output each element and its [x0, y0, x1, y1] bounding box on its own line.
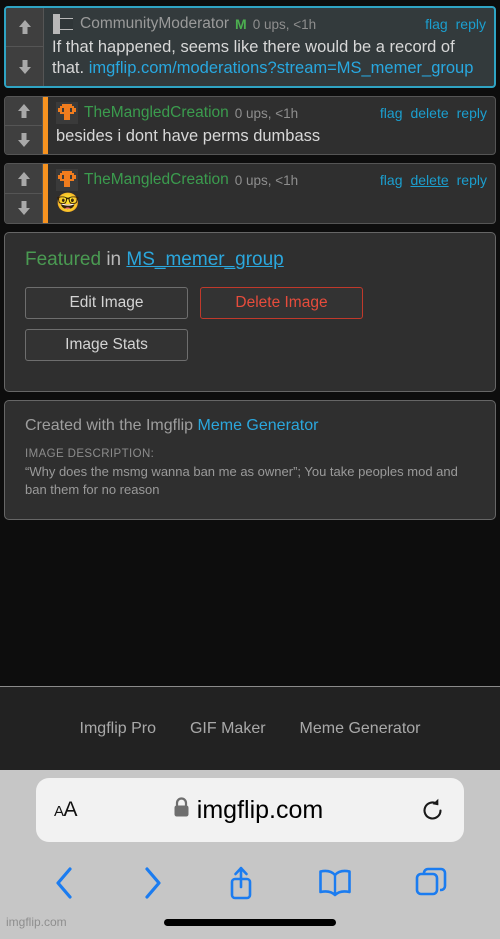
footer-link-gif-maker[interactable]: GIF Maker	[190, 720, 266, 738]
comment-meta: 0 ups, <1h	[234, 172, 299, 188]
comment-item[interactable]: CommunityModerator M 0 ups, <1h flag rep…	[4, 6, 496, 89]
safari-toolbar	[0, 854, 500, 912]
featured-in-word: in	[106, 249, 122, 271]
featured-panel: Featured in MS_memer_group Edit Image De…	[4, 232, 496, 393]
lock-icon	[173, 797, 190, 823]
url-text: imgflip.com	[196, 795, 324, 824]
comment-header: TheMangledCreation 0 ups, <1h flag delet…	[56, 169, 487, 192]
safari-browser-chrome: AA imgflip.com imgflip.com	[0, 770, 500, 939]
pixel-orange-avatar[interactable]	[56, 169, 78, 192]
text-size-large-a: A	[63, 798, 78, 821]
footer-link-meme-generator[interactable]: Meme Generator	[300, 720, 421, 738]
upvote-button[interactable]	[5, 97, 42, 126]
comment-body: CommunityModerator M 0 ups, <1h flag rep…	[44, 8, 494, 86]
down-arrow-icon	[18, 59, 31, 74]
reply-link[interactable]: reply	[457, 172, 487, 188]
comment-username[interactable]: TheMangledCreation	[84, 104, 229, 122]
upvote-button[interactable]	[5, 164, 42, 194]
down-arrow-icon	[17, 201, 30, 216]
comment-actions: flag reply	[425, 16, 486, 32]
image-stats-button[interactable]: Image Stats	[25, 329, 188, 362]
reload-button[interactable]	[419, 797, 446, 824]
stream-link[interactable]: MS_memer_group	[126, 249, 283, 270]
comment-body: TheMangledCreation 0 ups, <1h flag delet…	[48, 97, 495, 154]
url-display[interactable]: imgflip.com	[77, 796, 419, 825]
downvote-button[interactable]	[6, 47, 43, 87]
bookmarks-icon[interactable]	[317, 868, 353, 898]
url-bar[interactable]: AA imgflip.com	[36, 778, 464, 842]
comment-header: CommunityModerator M 0 ups, <1h flag rep…	[52, 13, 486, 35]
featured-status-line: Featured in MS_memer_group	[25, 249, 475, 271]
comment-item[interactable]: TheMangledCreation 0 ups, <1h flag delet…	[4, 96, 496, 156]
comment-actions: flag delete reply	[380, 172, 487, 188]
reply-link[interactable]: reply	[457, 105, 487, 121]
down-arrow-icon	[17, 133, 30, 148]
text-size-small-a: A	[54, 803, 64, 820]
comment-header: TheMangledCreation 0 ups, <1h flag delet…	[56, 102, 487, 125]
home-indicator[interactable]	[164, 919, 336, 926]
created-prefix: Created with the Imgflip	[25, 417, 198, 435]
comment-username[interactable]: TheMangledCreation	[84, 171, 229, 189]
downvote-button[interactable]	[5, 125, 42, 155]
image-description-label: IMAGE DESCRIPTION:	[25, 448, 155, 461]
comment-username[interactable]: CommunityModerator	[80, 15, 229, 33]
edit-image-button[interactable]: Edit Image	[25, 287, 188, 320]
up-arrow-icon	[18, 20, 31, 35]
downvote-button[interactable]	[5, 193, 42, 224]
featured-status: Featured	[25, 249, 102, 271]
comment-inline-link[interactable]: imgflip.com/moderations?stream=MS_memer_…	[89, 59, 474, 77]
share-icon[interactable]	[225, 865, 257, 901]
comment-list: CommunityModerator M 0 ups, <1h flag rep…	[0, 0, 500, 225]
forward-button[interactable]	[139, 866, 165, 900]
comment-actions: flag delete reply	[380, 105, 487, 121]
created-with-line: Created with the Imgflip Meme Generator	[25, 417, 475, 435]
flag-link[interactable]: flag	[380, 172, 403, 188]
up-arrow-icon	[17, 104, 30, 118]
comment-text: If that happened, seems like there would…	[52, 37, 486, 79]
reply-link[interactable]: reply	[456, 16, 486, 32]
back-button[interactable]	[52, 866, 78, 900]
delete-image-button[interactable]: Delete Image	[200, 287, 363, 320]
comment-body: TheMangledCreation 0 ups, <1h flag delet…	[48, 164, 495, 223]
delete-link[interactable]: delete	[410, 172, 448, 188]
image-action-row-2: Image Stats	[25, 329, 475, 362]
upvote-button[interactable]	[6, 8, 43, 48]
flag-link[interactable]: flag	[380, 105, 403, 121]
tabs-icon[interactable]	[414, 866, 448, 900]
site-footer: Imgflip Pro GIF Maker Meme Generator	[0, 686, 500, 770]
pixel-orange-avatar[interactable]	[56, 102, 78, 125]
delete-link[interactable]: delete	[410, 105, 448, 121]
meme-generator-link[interactable]: Meme Generator	[198, 417, 319, 434]
footer-link-imgflip-pro[interactable]: Imgflip Pro	[80, 720, 156, 738]
imgflip-watermark: imgflip.com	[6, 915, 67, 929]
up-arrow-icon	[17, 171, 30, 186]
image-action-row-1: Edit Image Delete Image	[25, 287, 475, 320]
text-size-button[interactable]: AA	[54, 798, 78, 822]
comment-text: besides i dont have perms dumbass	[56, 127, 321, 146]
comment-emoji: 🤓	[56, 193, 80, 215]
image-description-text: “Why does the msmg wanna ban me as owner…	[25, 464, 458, 498]
comment-item[interactable]: TheMangledCreation 0 ups, <1h flag delet…	[4, 163, 496, 225]
comment-meta: 0 ups, <1h	[252, 16, 317, 32]
vote-controls	[5, 97, 43, 155]
comment-meta: 0 ups, <1h	[234, 105, 299, 121]
moderator-badge: M	[235, 16, 247, 32]
flag-link[interactable]: flag	[425, 16, 448, 32]
imgflip-comment-page: CommunityModerator M 0 ups, <1h flag rep…	[0, 0, 500, 939]
created-panel: Created with the Imgflip Meme Generator …	[4, 400, 496, 520]
vote-controls	[5, 164, 43, 224]
c-letter-avatar[interactable]	[52, 13, 74, 35]
vote-controls	[6, 8, 44, 87]
